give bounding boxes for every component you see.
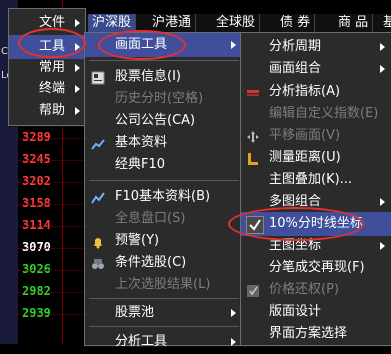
price-gridline	[18, 182, 88, 183]
tools-menu-item[interactable]: 全息盘口(S)	[85, 207, 243, 231]
menu-item-label: F10基本资料(B)	[115, 189, 211, 204]
tools-menu-item[interactable]: 分析工具	[85, 330, 243, 354]
menu-item-label: 股票池	[115, 305, 155, 320]
submenu-arrow-icon	[75, 64, 80, 72]
screen-tools-menu-item[interactable]: 分析周期	[241, 35, 391, 59]
menu-item-label: 价格还权(P)	[269, 282, 339, 297]
screen-tools-menu-item[interactable]: 界面方案选择	[241, 322, 391, 346]
menu-item-label: 分析工具	[115, 334, 168, 349]
menu-item-label: 主图叠加(K)...	[269, 172, 353, 187]
menu-item-label: 分析周期	[269, 39, 322, 54]
menu-separator	[89, 180, 239, 181]
menu-item-label: 基本资料	[115, 135, 168, 150]
menu-item-label: 全息盘口(S)	[115, 211, 186, 226]
submenu-arrow-icon	[231, 41, 236, 49]
tools-menu-item[interactable]: 股票池	[85, 301, 243, 325]
price-gridline	[18, 204, 88, 205]
screen-tools-menu-item[interactable]: 编辑自定义指数(E)	[241, 102, 391, 126]
menu-item-label: 历史分时(空格)	[115, 91, 204, 106]
price-gridline	[18, 314, 88, 315]
price-gridline	[18, 270, 88, 271]
submenu-arrow-icon	[75, 85, 80, 93]
tab-global[interactable]: 全球股	[212, 14, 261, 32]
tools-menu-item[interactable]: 经典F10	[85, 153, 243, 177]
price-gridline	[18, 160, 88, 161]
menu-item-label: 终端	[39, 81, 66, 96]
price-gridline	[18, 248, 88, 249]
screen-tools-menu-item[interactable]: 分笔成交再现(F)	[241, 256, 391, 280]
screen-tools-menu: 分析周期画面组合分析指标(A) 编辑自定义指数(E) 平移画面(V) 测量距离(U) 主…	[240, 32, 391, 346]
submenu-arrow-icon	[380, 65, 385, 73]
menu-separator	[89, 298, 239, 299]
menu-item-label: 测量距离(U)	[269, 150, 341, 165]
menu-item-label: 平移画面(V)	[269, 128, 341, 143]
pan-icon	[246, 129, 260, 143]
menu-item-label: 分笔成交再现(F)	[269, 260, 365, 275]
stock-info-icon	[91, 70, 105, 85]
tab-fund[interactable]: 基	[379, 14, 391, 32]
menu-item-help[interactable]: 帮助	[9, 99, 85, 123]
menu-item-label: 预警(Y)	[115, 233, 160, 248]
menu-item-label: 股票信息(I)	[115, 69, 181, 84]
screen-tools-menu-item[interactable]: 分析指标(A)	[241, 80, 391, 104]
submenu-arrow-icon	[75, 19, 80, 27]
submenu-arrow-icon	[231, 309, 236, 317]
tools-menu-item[interactable]: 历史分时(空格)	[85, 87, 243, 111]
price-gridline	[18, 138, 88, 139]
screen-tools-menu-item[interactable]: 平移画面(V)	[241, 124, 391, 148]
tools-menu-item[interactable]: 股票信息(I)	[85, 65, 243, 89]
tab-hugangtong[interactable]: 沪港通	[148, 14, 197, 32]
screen-tools-menu-item[interactable]: 画面组合	[241, 57, 391, 81]
submenu-arrow-icon	[231, 338, 236, 346]
menu-item-label: 界面方案选择	[269, 326, 348, 341]
annotation-circle-screen-tools	[98, 30, 186, 60]
binoculars-icon	[91, 256, 105, 270]
tools-menu-item[interactable]: 条件选股(C)	[85, 251, 243, 275]
main-menu: 文件 工具 常用 终端 帮助	[8, 8, 86, 126]
menu-item-label: 经典F10	[115, 157, 166, 172]
submenu-arrow-icon	[380, 43, 385, 51]
screen-tools-menu-item[interactable]: 版面设计	[241, 300, 391, 324]
price-adjust-icon	[246, 283, 260, 297]
f10-icon	[91, 190, 105, 204]
annotation-circle-tools	[18, 28, 86, 58]
tab-hushen[interactable]: 沪深股	[88, 14, 137, 32]
basic-info-icon	[91, 136, 105, 150]
screen-tools-menu-item[interactable]: 主图叠加(K)...	[241, 168, 391, 192]
menu-item-label: 分析指标(A)	[269, 84, 341, 99]
menu-separator	[89, 326, 239, 327]
price-gridline	[18, 292, 88, 293]
tab-bond[interactable]: 债 券	[276, 14, 316, 32]
bell-icon	[91, 234, 105, 249]
left-strip-letter: C	[1, 46, 8, 57]
submenu-arrow-icon	[380, 198, 385, 206]
tools-menu-item[interactable]: F10基本资料(B)	[85, 185, 243, 209]
submenu-arrow-icon	[380, 242, 385, 250]
menu-item-label: 上次选股结果(L)	[115, 277, 211, 292]
menu-item-label: 编辑自定义指数(E)	[269, 106, 379, 121]
tools-menu-item[interactable]: 预警(Y)	[85, 229, 243, 253]
screen-tools-menu-item[interactable]: 价格还权(P)	[241, 278, 391, 302]
menu-item-label: 画面组合	[269, 61, 322, 76]
menu-item-label: 帮助	[39, 103, 66, 118]
menu-item-label: 版面设计	[269, 304, 322, 319]
menu-item-label: 条件选股(C)	[115, 255, 187, 270]
submenu-arrow-icon	[75, 107, 80, 115]
tools-menu-item[interactable]: 基本资料	[85, 131, 243, 155]
tools-menu-item[interactable]: 公司公告(CA)	[85, 109, 243, 133]
price-gridline	[18, 226, 88, 227]
tools-menu: 画面工具 股票信息(I) 历史分时(空格) 公司公告(CA) 基本资料 经典F10 F10基…	[84, 32, 244, 349]
ruler-icon	[246, 151, 260, 165]
menu-item-terminal[interactable]: 终端	[9, 77, 85, 101]
screen-tools-menu-item[interactable]: 测量距离(U)	[241, 146, 391, 170]
annotation-circle-10pct	[228, 207, 364, 241]
menu-item-label: 公司公告(CA)	[115, 113, 196, 128]
indicator-icon	[246, 85, 260, 99]
tab-commodity[interactable]: 商 品	[334, 14, 374, 32]
tools-menu-item[interactable]: 上次选股结果(L)	[85, 273, 243, 297]
menu-separator	[89, 60, 239, 61]
